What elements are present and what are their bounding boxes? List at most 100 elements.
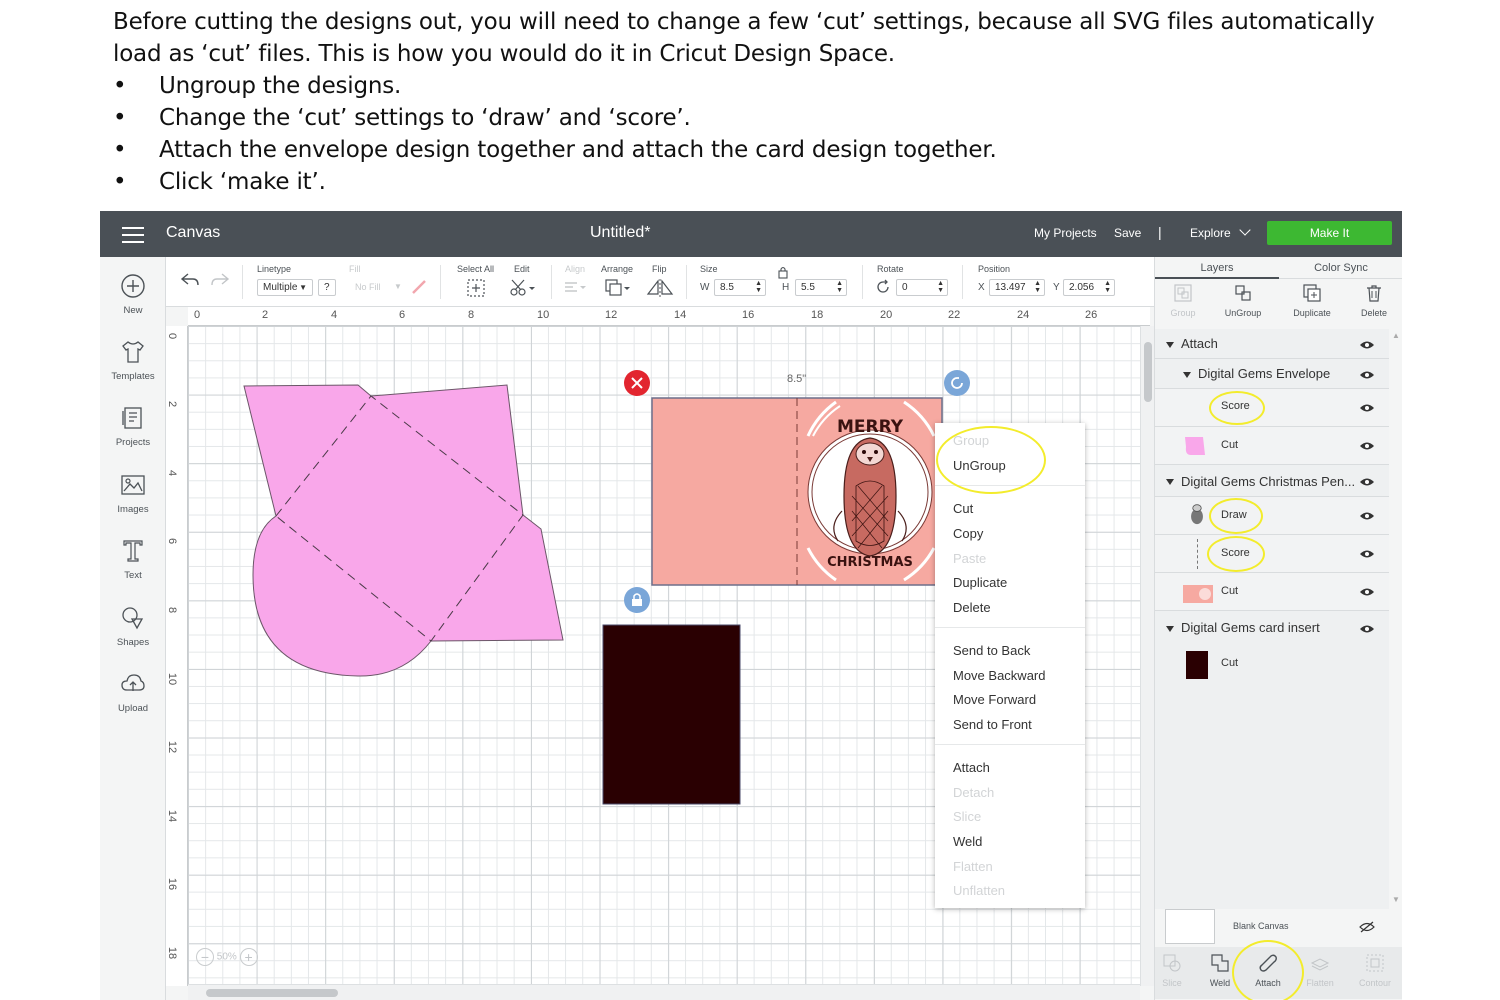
stepper-icon[interactable]: ▲ ▼ <box>755 280 762 294</box>
rotate-handle-icon[interactable] <box>944 370 970 396</box>
menu-item-cut[interactable]: Cut <box>953 501 973 516</box>
scroll-up-icon[interactable]: ▲ <box>1392 331 1400 340</box>
flip-icon[interactable] <box>646 278 676 298</box>
zoom-in-button[interactable]: + <box>239 948 258 966</box>
layer-envelope-score[interactable]: Score <box>1155 389 1389 427</box>
lock-handle-icon[interactable] <box>624 587 650 613</box>
ruler-number: 0 <box>166 332 179 340</box>
scroll-thumb[interactable] <box>1144 342 1152 402</box>
menu-item-move-backward[interactable]: Move Backward <box>953 668 1045 683</box>
width-value: 8.5 <box>720 282 734 293</box>
delete-handle-icon[interactable] <box>624 370 650 396</box>
nav-templates[interactable]: Templates <box>100 339 166 382</box>
layer-group-envelope[interactable]: Digital Gems Envelope <box>1155 359 1389 389</box>
rotate-input[interactable]: 0 ▲ ▼ <box>896 279 948 296</box>
menu-item-duplicate[interactable]: Duplicate <box>953 575 1007 590</box>
envelope-design <box>243 384 564 677</box>
arrange-icon[interactable] <box>604 278 632 298</box>
layer-insert-cut[interactable]: Cut <box>1155 645 1389 683</box>
expand-arrow-icon[interactable] <box>1166 626 1174 632</box>
hamburger-menu-icon[interactable] <box>122 227 144 243</box>
eye-icon[interactable] <box>1359 403 1375 413</box>
layer-envelope-cut[interactable]: Cut <box>1155 427 1389 465</box>
tab-color-sync[interactable]: Color Sync <box>1279 257 1402 279</box>
explore-dropdown[interactable]: Explore <box>1190 224 1251 240</box>
nav-label: Templates <box>111 371 155 382</box>
undo-icon[interactable] <box>180 272 200 288</box>
redo-icon[interactable] <box>210 272 230 288</box>
nav-new[interactable]: New <box>100 273 166 316</box>
eye-icon[interactable] <box>1359 370 1375 380</box>
topbar-separator: | <box>1158 224 1162 240</box>
select-all-icon[interactable] <box>466 278 486 298</box>
stepper-icon[interactable]: ▲ ▼ <box>1034 280 1041 294</box>
layer-group-insert[interactable]: Digital Gems card insert <box>1155 611 1389 645</box>
tab-layers[interactable]: Layers <box>1155 257 1279 279</box>
toolbar-divider <box>686 265 687 299</box>
zoom-out-button[interactable]: − <box>196 948 214 966</box>
eye-hidden-icon[interactable] <box>1359 921 1375 933</box>
align-icon[interactable] <box>563 279 589 297</box>
x-input[interactable]: 13.497 ▲ ▼ <box>989 279 1045 296</box>
lock-icon[interactable] <box>777 265 789 279</box>
save-link[interactable]: Save <box>1114 226 1141 240</box>
nav-images[interactable]: Images <box>100 472 166 515</box>
instruction-step: Ungroup the designs. <box>113 70 1403 102</box>
stepper-icon[interactable]: ▲ ▼ <box>836 280 843 294</box>
menu-item-move-forward[interactable]: Move Forward <box>953 692 1036 707</box>
blank-canvas-swatch[interactable] <box>1165 909 1215 944</box>
y-input[interactable]: 2.056 ▲ ▼ <box>1063 279 1115 296</box>
ruler-number: 26 <box>1085 309 1098 321</box>
layer-group-attach[interactable]: Attach <box>1155 329 1389 359</box>
width-label: W <box>700 282 710 293</box>
ungroup-button[interactable]: UnGroup <box>1213 283 1273 318</box>
nav-text[interactable]: Text <box>100 538 166 581</box>
width-input[interactable]: 8.5 ▲ ▼ <box>714 279 766 296</box>
nav-upload[interactable]: Upload <box>100 671 166 714</box>
y-label: Y <box>1053 282 1060 293</box>
my-projects-link[interactable]: My Projects <box>1034 226 1097 240</box>
menu-item-copy[interactable]: Copy <box>953 526 983 541</box>
scroll-thumb[interactable] <box>206 989 338 997</box>
menu-item-send-to-back[interactable]: Send to Back <box>953 643 1030 658</box>
layer-group-card[interactable]: Digital Gems Christmas Pen... <box>1155 465 1389 497</box>
duplicate-button[interactable]: Duplicate <box>1282 283 1342 318</box>
layer-card-cut[interactable]: Cut <box>1155 573 1389 611</box>
size-label: Size <box>700 264 718 274</box>
eye-icon[interactable] <box>1359 587 1375 597</box>
nav-label: Images <box>117 504 149 515</box>
nav-projects[interactable]: Projects <box>100 405 166 448</box>
eye-icon[interactable] <box>1359 477 1375 487</box>
linetype-help[interactable]: ? <box>318 279 336 296</box>
eye-icon[interactable] <box>1359 511 1375 521</box>
eye-icon[interactable] <box>1359 624 1375 634</box>
layer-card-draw[interactable]: Draw <box>1155 497 1389 535</box>
canvas-horizontal-scrollbar[interactable] <box>188 984 1140 1000</box>
stepper-icon[interactable]: ▲ ▼ <box>1104 280 1111 294</box>
scroll-down-icon[interactable]: ▼ <box>1392 895 1400 904</box>
make-it-button[interactable]: Make It <box>1267 221 1392 245</box>
layer-card-score[interactable]: Score <box>1155 535 1389 573</box>
height-input[interactable]: 5.5 ▲ ▼ <box>795 279 847 296</box>
fill-value[interactable]: No Fill <box>355 282 381 292</box>
linetype-select[interactable]: Multiple ▼ <box>257 279 313 296</box>
stepper-icon[interactable]: ▲ ▼ <box>937 280 944 294</box>
expand-arrow-icon[interactable] <box>1166 342 1174 348</box>
nav-shapes[interactable]: Shapes <box>100 605 166 648</box>
menu-item-attach[interactable]: Attach <box>953 760 990 775</box>
eye-icon[interactable] <box>1359 549 1375 559</box>
edit-scissors-icon[interactable] <box>509 278 537 298</box>
menu-item-weld[interactable]: Weld <box>953 834 982 849</box>
eye-icon[interactable] <box>1359 340 1375 350</box>
zoom-level: 50% <box>216 951 237 963</box>
eye-icon[interactable] <box>1359 441 1375 451</box>
expand-arrow-icon[interactable] <box>1166 479 1174 485</box>
blank-canvas-label: Blank Canvas <box>1233 921 1289 931</box>
pen-color-icon[interactable] <box>411 279 427 295</box>
expand-arrow-icon[interactable] <box>1183 372 1191 378</box>
menu-item-delete[interactable]: Delete <box>953 600 991 615</box>
layers-scrollbar[interactable]: ▲ ▼ <box>1389 329 1402 909</box>
canvas-vertical-scrollbar[interactable] <box>1140 326 1154 986</box>
delete-button[interactable]: Delete <box>1344 283 1402 318</box>
menu-item-send-to-front[interactable]: Send to Front <box>953 717 1032 732</box>
